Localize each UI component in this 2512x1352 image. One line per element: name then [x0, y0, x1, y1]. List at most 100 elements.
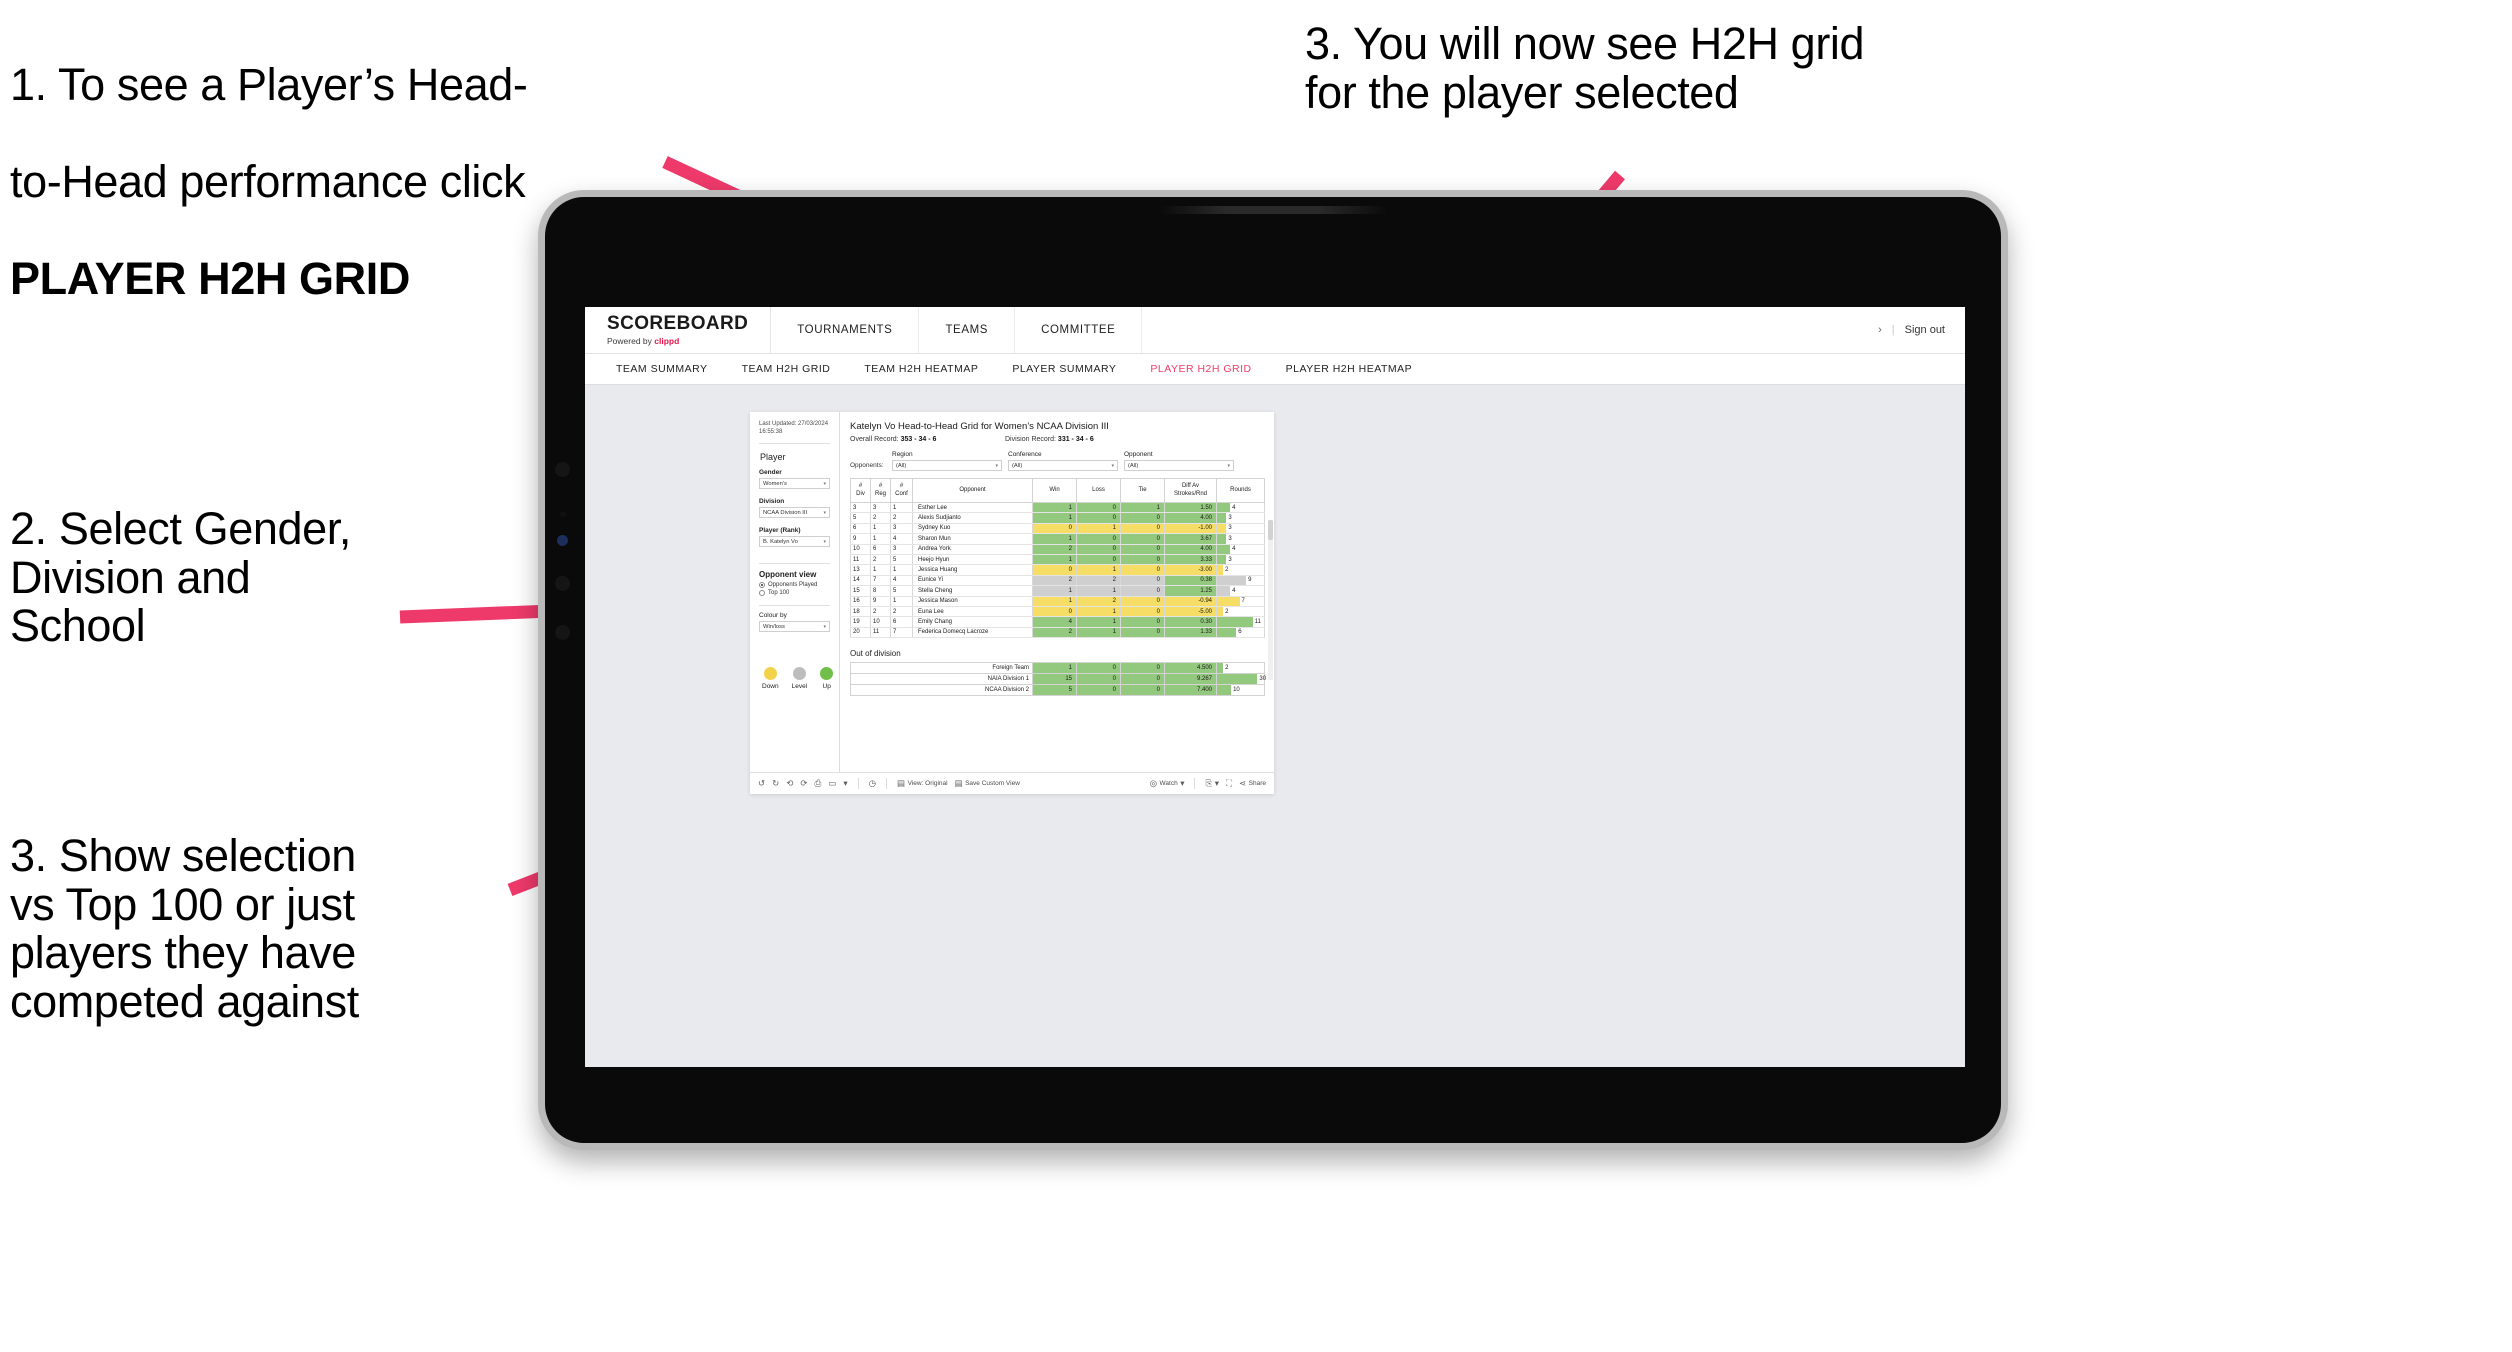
- share-button[interactable]: ⋖ Share: [1239, 779, 1266, 788]
- cell-div: 19: [850, 616, 871, 628]
- cell-loss: 1: [1076, 627, 1121, 639]
- cell-conf: 1: [890, 596, 913, 607]
- filter-opponent-value: (All): [1128, 462, 1139, 469]
- radio-icon: [759, 590, 765, 597]
- table-row[interactable]: 3 3 1 Esther Lee 1 0 1 1.50 4: [850, 502, 1265, 514]
- sign-out-button[interactable]: Sign out: [1905, 324, 1945, 336]
- cell-rounds: 4: [1216, 544, 1265, 555]
- filter-gender-select[interactable]: Women's ▾: [759, 478, 830, 490]
- sensor-dot-small: [560, 511, 566, 517]
- annotation-step-2: 2. Select Gender, Division and School: [10, 503, 351, 652]
- tab-player-summary[interactable]: PLAYER SUMMARY: [995, 363, 1133, 375]
- table-row[interactable]: NCAA Division 2 5 0 0 7.400 10: [850, 684, 1265, 697]
- filter-division-select[interactable]: NCAA Division III ▾: [759, 507, 830, 519]
- filter-player-rank-value: B. Katelyn Vo: [763, 538, 798, 545]
- cell-division-name: Foreign Team: [850, 662, 1033, 675]
- tab-team-h2h-heatmap[interactable]: TEAM H2H HEATMAP: [847, 363, 995, 375]
- cell-reg: 2: [870, 512, 891, 524]
- refresh-icon[interactable]: ⟳: [800, 779, 807, 788]
- download-button[interactable]: ⎘ ▾: [1205, 779, 1219, 788]
- table-row[interactable]: 19 10 6 Emily Chang 4 1 0 0.30 11: [850, 616, 1265, 628]
- cell-tie: 0: [1120, 662, 1165, 675]
- col-header-0[interactable]: # Div: [850, 478, 871, 503]
- view-original-button[interactable]: ▤ View: Original: [897, 779, 948, 788]
- col-header-4[interactable]: Win: [1032, 478, 1077, 503]
- divider: [759, 443, 830, 445]
- grid-scrollbar-thumb[interactable]: [1268, 520, 1273, 540]
- cell-rounds: 3: [1216, 512, 1265, 524]
- pause-icon[interactable]: ⎙: [815, 779, 822, 788]
- filter-opponent-select[interactable]: (All) ▾: [1124, 460, 1234, 471]
- radio-opponents-played[interactable]: Opponents Played: [759, 582, 830, 589]
- tab-player-h2h-grid[interactable]: PLAYER H2H GRID: [1133, 363, 1268, 375]
- col-header-1[interactable]: # Reg: [870, 478, 891, 503]
- chevron-right-icon[interactable]: ›: [1878, 324, 1882, 336]
- tablet-screen: SCOREBOARD Powered by clippd TOURNAMENTS…: [585, 307, 1965, 1067]
- save-custom-view-button[interactable]: ▤ Save Custom View: [955, 779, 1020, 788]
- cell-rounds: 10: [1216, 684, 1265, 697]
- cell-conf: 2: [890, 606, 913, 618]
- filter-icon[interactable]: ▭: [828, 779, 836, 788]
- filter-player-rank-select[interactable]: B. Katelyn Vo ▾: [759, 536, 830, 548]
- cell-opponent: Esther Lee: [912, 502, 1033, 514]
- col-header-7[interactable]: Diff Av Strokes/Rnd: [1164, 478, 1217, 503]
- viz-toolbar: ↺ ↻ ⟲ ⟳ ⎙ ▭ ▾ ◷ ▤ View: Original ▤ Save Cu…: [750, 772, 1274, 794]
- cell-division-name: NCAA Division 2: [850, 684, 1033, 697]
- clock-icon[interactable]: ◷: [869, 779, 876, 788]
- nav-item-committee[interactable]: COMMITTEE: [1015, 307, 1143, 353]
- cell-rounds: 11: [1216, 616, 1265, 628]
- grid-scrollbar-track[interactable]: [1268, 520, 1273, 680]
- division-record: Division Record: 331 - 34 - 6: [1005, 436, 1094, 443]
- col-header-8[interactable]: Rounds: [1216, 478, 1265, 503]
- radio-top-100[interactable]: Top 100: [759, 590, 830, 597]
- chevron-down-icon[interactable]: ▾: [843, 779, 847, 788]
- tab-team-summary[interactable]: TEAM SUMMARY: [599, 363, 725, 375]
- cell-div: 13: [850, 564, 871, 576]
- filter-division-value: NCAA Division III: [763, 509, 808, 516]
- cell-reg: 3: [870, 502, 891, 514]
- filter-colour-by-select[interactable]: Win/loss ▾: [759, 621, 830, 633]
- legend-item-level: Level: [792, 667, 807, 690]
- save-custom-view-label: Save Custom View: [965, 780, 1020, 787]
- filter-region-select[interactable]: (All) ▾: [892, 460, 1002, 471]
- filter-conference-select[interactable]: (All) ▾: [1008, 460, 1118, 471]
- cell-win: 0: [1032, 564, 1077, 576]
- table-row[interactable]: 13 1 1 Jessica Huang 0 1 0 -3.00 2: [850, 564, 1265, 576]
- table-row[interactable]: 14 7 4 Eunice Yi 2 2 0 0.38 9: [850, 575, 1265, 587]
- table-row[interactable]: 16 9 1 Jessica Mason 1 2 0 -0.94 7: [850, 596, 1265, 607]
- col-header-2[interactable]: # Conf: [890, 478, 913, 503]
- overall-record-value: 353 - 34 - 6: [900, 436, 937, 443]
- cell-div: 11: [850, 554, 871, 566]
- col-header-6[interactable]: Tie: [1120, 478, 1165, 503]
- nav-item-tournaments[interactable]: TOURNAMENTS: [771, 307, 920, 353]
- table-row[interactable]: 11 2 5 Heejo Hyun 1 0 0 3.33 3: [850, 554, 1265, 566]
- col-header-3[interactable]: Opponent: [912, 478, 1033, 503]
- table-row[interactable]: 10 6 3 Andrea York 2 0 0 4.00 4: [850, 544, 1265, 555]
- redo-icon[interactable]: ↻: [772, 779, 779, 788]
- cell-div: 20: [850, 627, 871, 639]
- cell-conf: 5: [890, 554, 913, 566]
- table-row[interactable]: 5 2 2 Alexis Sudjianto 1 0 0 4.00 3: [850, 512, 1265, 524]
- fullscreen-icon[interactable]: ⛶: [1226, 779, 1232, 788]
- table-row[interactable]: 20 11 7 Federica Domecq Lacroze 2 1 0 1.33 6: [850, 627, 1265, 639]
- tab-player-h2h-heatmap[interactable]: PLAYER H2H HEATMAP: [1269, 363, 1429, 375]
- table-row[interactable]: NAIA Division 1 15 0 0 9.267 30: [850, 673, 1266, 686]
- cell-loss: 0: [1076, 502, 1121, 514]
- cell-diff: 1.25: [1164, 585, 1217, 597]
- cell-diff: 3.33: [1164, 554, 1217, 566]
- table-row[interactable]: 6 1 3 Sydney Kuo 0 1 0 -1.00 3: [850, 523, 1265, 535]
- table-row[interactable]: 15 8 5 Stella Cheng 1 1 0 1.25 4: [850, 585, 1265, 597]
- tab-team-h2h-grid[interactable]: TEAM H2H GRID: [725, 363, 848, 375]
- undo-icon[interactable]: ↺: [758, 779, 765, 788]
- revert-icon[interactable]: ⟲: [786, 779, 793, 788]
- watch-button[interactable]: ◎ Watch ▾: [1150, 779, 1185, 788]
- cell-tie: 1: [1120, 502, 1165, 514]
- cell-win: 1: [1032, 662, 1077, 675]
- brand-logo[interactable]: SCOREBOARD Powered by clippd: [585, 307, 772, 353]
- table-row[interactable]: 9 1 4 Sharon Mun 1 0 0 3.67 3: [850, 533, 1265, 545]
- col-header-5[interactable]: Loss: [1076, 478, 1121, 503]
- nav-item-teams[interactable]: TEAMS: [919, 307, 1016, 353]
- cell-diff: 4.500: [1164, 662, 1217, 675]
- table-row[interactable]: 18 2 2 Euna Lee 0 1 0 -5.00 2: [850, 606, 1265, 618]
- table-row[interactable]: Foreign Team 1 0 0 4.500 2: [850, 662, 1265, 675]
